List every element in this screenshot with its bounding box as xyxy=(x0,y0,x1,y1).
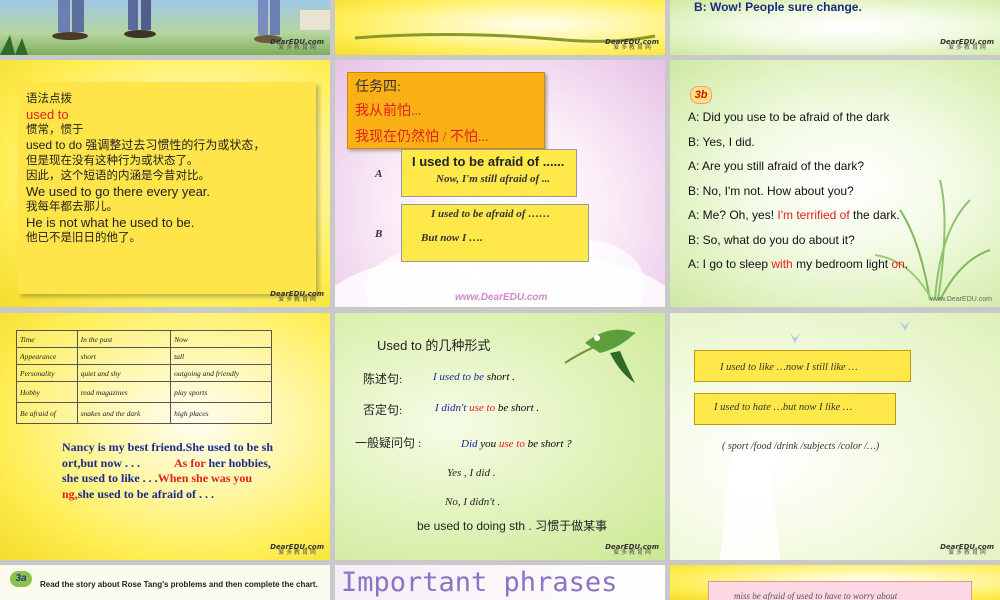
dearedu-logo: DearEDU.com 爱 多 教 育 网 xyxy=(605,543,659,556)
phrases-list: miss be afraid of used to have to worry … xyxy=(734,591,898,600)
dearedu-logo: DearEDU.com 爱 多 教 育 网 xyxy=(270,290,324,303)
table-cell: high places xyxy=(170,402,272,424)
dearedu-logo: DearEDU.com 爱 多 教 育 网 xyxy=(270,543,324,556)
table-cell: Personality xyxy=(16,364,78,382)
badge-3b: 3b xyxy=(690,86,712,104)
paragraph-line: she used to like . . .When she was you xyxy=(62,471,253,485)
be-used-to-note: be used to doing sth . 习惯于做某事 xyxy=(417,519,608,533)
note-example: We used to go there every year. xyxy=(26,184,211,200)
paragraph-line: Nancy is my best friend.She used to be s… xyxy=(62,440,274,454)
note-line: 惯常，惯于 xyxy=(26,123,84,136)
table-cell: snakes and the dark xyxy=(76,402,172,424)
paragraph-line: ort,but now . . . As for her hobbies, xyxy=(62,455,271,470)
dialogue-line: A: Did you use to be afraid of the dark xyxy=(688,110,890,124)
dialogue-line: A: Me? Oh, yes! I'm terrified of the dar… xyxy=(688,208,900,222)
grammar-note-text: 语法点拨 used to 惯常，惯于 used to do 强调整过去习惯性的行… xyxy=(26,92,265,246)
row-example-question: Did you use to be short ? xyxy=(461,438,572,450)
table-cell: tall xyxy=(170,347,272,365)
row-label-statement: 陈述句: xyxy=(363,372,403,386)
table-cell: short xyxy=(76,347,172,365)
dialogue-line: A: Are you still afraid of the dark? xyxy=(688,159,865,173)
slide-thumb-2[interactable]: DearEDU.com 爱 多 教 育 网 xyxy=(335,0,665,55)
dearedu-logo: DearEDU.com 爱 多 教 育 网 xyxy=(605,38,659,51)
slide-thumb-3[interactable]: B: Wow! People sure change. DearEDU.com 爱… xyxy=(670,0,1000,55)
note-line: 我每年都去那儿。 xyxy=(26,200,118,213)
note-line: used to do 强调整过去习惯性的行为或状态， xyxy=(26,138,266,153)
footer-url: www.DearEDU.com xyxy=(455,292,548,303)
dearedu-logo: DearEDU.com 爱 多 教 育 网 xyxy=(270,38,324,51)
dearedu-logo: DearEDU.com 爱 多 教 育 网 xyxy=(940,543,994,556)
dialogue-line: B: So, what do you do about it? xyxy=(688,232,855,247)
pattern-like-text: I used to like …now I still like … xyxy=(720,362,858,373)
box-b-line-1: I used to be afraid of …… xyxy=(431,208,551,220)
answer-yes: Yes , I did . xyxy=(447,467,496,479)
instruction-text: Read the story about Rose Tang's problem… xyxy=(40,580,318,589)
box-a-line-2: Now, I'm still afraid of ... xyxy=(436,173,551,185)
badge-3a: 3a xyxy=(10,571,32,587)
table-row: Personality quiet and shy outgoing and fri… xyxy=(16,364,272,382)
dearedu-logo: DearEDU.com 爱 多 教 育 网 xyxy=(940,38,994,51)
paragraph-line: ng,she used to be afraid of . . . xyxy=(62,486,215,501)
label-b: B xyxy=(375,228,383,240)
dialogue-line: B: Wow! People sure change. xyxy=(694,0,862,14)
table-cell: play sports xyxy=(170,381,272,403)
task-title: 任务四: xyxy=(355,80,401,95)
slide-thumb-4[interactable]: 语法点拨 used to 惯常，惯于 used to do 强调整过去习惯性的行… xyxy=(0,60,330,307)
slide-thumb-9[interactable]: I used to like …now I still like … I use… xyxy=(670,313,1000,560)
table-cell: Time xyxy=(16,330,78,348)
task-line-2: 我现在仍然怕 / 不怕... xyxy=(355,130,489,145)
writing-paragraph: Nancy is my best friend.She used to be s… xyxy=(62,440,273,502)
table-row: Time In the past Now xyxy=(16,330,272,348)
topic-hint: ( sport /food /drink /subjects /color /…… xyxy=(722,441,880,452)
row-label-negative: 否定句: xyxy=(363,403,403,417)
dialogue-line: B: Yes, I did. xyxy=(688,134,755,149)
table-cell: Now xyxy=(170,330,272,348)
answer-no: No, I didn't . xyxy=(445,496,501,508)
table-cell: read magazines xyxy=(76,381,172,403)
slide-thumb-6[interactable]: 3b A: Did you use to be afraid of the da… xyxy=(670,60,1000,307)
note-line: 他已不是旧日的他了。 xyxy=(26,231,141,244)
table-cell: In the past xyxy=(76,330,172,348)
box-a-line-1: I used to be afraid of ...... xyxy=(412,154,565,169)
table-cell: Hobby xyxy=(16,381,78,403)
forms-title: Used to 的几种形式 xyxy=(377,338,491,353)
slide-thumb-11[interactable]: Important phrases xyxy=(335,565,665,600)
table-row: Be afraid of snakes and the dark high plac… xyxy=(16,402,272,424)
note-line: 但是现在没有这种行为或状态了。 xyxy=(26,154,199,167)
table-row: Appearance short tall xyxy=(16,347,272,365)
table-row: Hobby read magazines play sports xyxy=(16,381,272,403)
dialogue-line: B: No, I'm not. How about you? xyxy=(688,183,854,198)
table-cell: quiet and shy xyxy=(76,364,172,382)
table-cell: Be afraid of xyxy=(16,402,78,424)
slide-thumb-1[interactable]: DearEDU.com 爱 多 教 育 网 xyxy=(0,0,330,55)
footer-url: www.DearEDU.com xyxy=(930,296,992,303)
slide-thumb-12[interactable]: miss be afraid of used to have to worry … xyxy=(670,565,1000,600)
dialogue-line: A: I go to sleep with my bedroom light o… xyxy=(688,257,909,271)
row-example-negative: I didn't use to be short . xyxy=(435,402,540,414)
row-label-question: 一般疑问句 : xyxy=(355,436,422,450)
note-example: He is not what he used to be. xyxy=(26,215,195,231)
dialogue-3b: A: Did you use to be afraid of the dark … xyxy=(688,105,908,277)
slide-thumb-8[interactable]: Used to 的几种形式 陈述句: I used to be short . … xyxy=(335,313,665,560)
box-b-line-2: But now I …. xyxy=(421,232,483,244)
table-cell: Appearance xyxy=(16,347,78,365)
phrases-title: Important phrases xyxy=(341,567,618,598)
table-cell: outgoing and friendly xyxy=(170,364,272,382)
task-line-1: 我从前怕... xyxy=(355,104,422,119)
slide-thumb-10[interactable]: 3a Read the story about Rose Tang's prob… xyxy=(0,565,330,600)
comparison-table: Time In the past Now Appearance short tall P… xyxy=(16,330,272,424)
label-a: A xyxy=(375,168,383,180)
slide-thumb-5[interactable]: 任务四: 我从前怕... 我现在仍然怕 / 不怕... A I used to … xyxy=(335,60,665,307)
note-heading: 语法点拨 xyxy=(26,93,72,105)
row-example-statement: I used to be short . xyxy=(433,371,515,383)
pattern-hate-text: I used to hate …but now I like … xyxy=(714,402,853,413)
note-line: 因此，这个短语的内涵是今昔对比。 xyxy=(26,170,210,183)
note-keyword: used to xyxy=(26,107,69,123)
slide-thumb-7[interactable]: Time In the past Now Appearance short tall P… xyxy=(0,313,330,560)
